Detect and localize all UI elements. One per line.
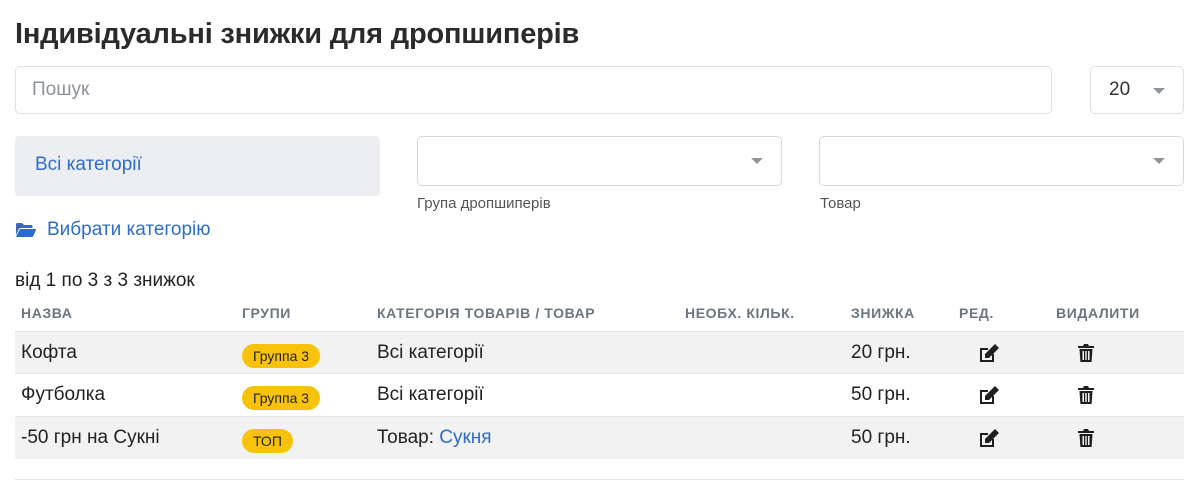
row-discount: 20 грн. xyxy=(851,342,911,363)
category-selector-label: Всі категорії xyxy=(35,154,142,175)
row-discount: 50 грн. xyxy=(851,427,911,448)
row-name: -50 грн на Сукні xyxy=(21,427,160,448)
chevron-down-icon xyxy=(1153,158,1165,164)
chevron-down-icon xyxy=(751,158,763,164)
trash-icon xyxy=(1078,386,1094,404)
results-summary: від 1 по 3 з 3 знижок xyxy=(15,270,195,291)
header-category: КАТЕГОРІЯ ТОВАРІВ / ТОВАР xyxy=(377,305,596,321)
table-row: Футболка Группа 3 Всі категорії 50 грн. xyxy=(15,373,1184,416)
dropshipper-group-label: Група дропшиперів xyxy=(417,195,551,212)
header-edit: РЕД. xyxy=(959,305,994,321)
delete-button[interactable] xyxy=(1074,384,1098,406)
delete-button[interactable] xyxy=(1074,427,1098,449)
group-badge: Группа 3 xyxy=(242,344,321,368)
per-page-select[interactable]: 20 xyxy=(1090,66,1184,114)
product-select[interactable] xyxy=(819,136,1184,186)
delete-button[interactable] xyxy=(1074,342,1098,364)
search-field[interactable] xyxy=(15,66,1052,114)
row-discount: 50 грн. xyxy=(851,384,911,405)
trash-icon xyxy=(1078,344,1094,362)
header-quantity: НЕОБХ. КІЛЬК. xyxy=(685,305,795,321)
folder-open-icon xyxy=(16,223,37,237)
chevron-down-icon xyxy=(1153,88,1165,94)
edit-button[interactable] xyxy=(977,342,1001,364)
row-category-link[interactable]: Сукня xyxy=(439,427,491,448)
edit-button[interactable] xyxy=(977,427,1001,449)
choose-category-link[interactable]: Вибрати категорію xyxy=(15,219,211,241)
row-category: Всі категорії xyxy=(377,342,484,364)
page-title: Індивідуальні знижки для дропшиперів xyxy=(15,18,580,50)
header-name: НАЗВА xyxy=(21,305,73,321)
row-category-text: Товар: xyxy=(377,427,440,448)
edit-icon xyxy=(980,344,999,362)
row-category-text: Всі категорії xyxy=(377,384,484,405)
category-selector[interactable]: Всі категорії xyxy=(15,136,380,196)
product-label: Товар xyxy=(820,195,861,212)
header-delete: ВИДАЛИТИ xyxy=(1056,305,1140,321)
row-category: Всі категорії xyxy=(377,384,484,406)
dropshipper-group-select[interactable] xyxy=(417,136,782,186)
row-name: Кофта xyxy=(21,342,77,363)
row-category-text: Всі категорії xyxy=(377,342,484,363)
table-bottom-divider xyxy=(15,479,1184,480)
header-discount: ЗНИЖКА xyxy=(851,305,915,321)
per-page-value: 20 xyxy=(1109,79,1131,100)
edit-icon xyxy=(980,386,999,404)
trash-icon xyxy=(1078,429,1094,447)
row-category: Товар: Сукня xyxy=(377,427,492,449)
search-input[interactable] xyxy=(16,67,1051,113)
group-badge: Группа 3 xyxy=(242,386,321,410)
group-badge: ТОП xyxy=(242,429,293,453)
choose-category-label: Вибрати категорію xyxy=(47,219,211,240)
edit-button[interactable] xyxy=(977,384,1001,406)
table-row: -50 грн на Сукні ТОП Товар: Сукня 50 грн… xyxy=(15,416,1184,459)
header-groups: ГРУПИ xyxy=(242,305,291,321)
edit-icon xyxy=(980,429,999,447)
table-row: Кофта Группа 3 Всі категорії 20 грн. xyxy=(15,331,1184,374)
row-name: Футболка xyxy=(21,384,106,405)
